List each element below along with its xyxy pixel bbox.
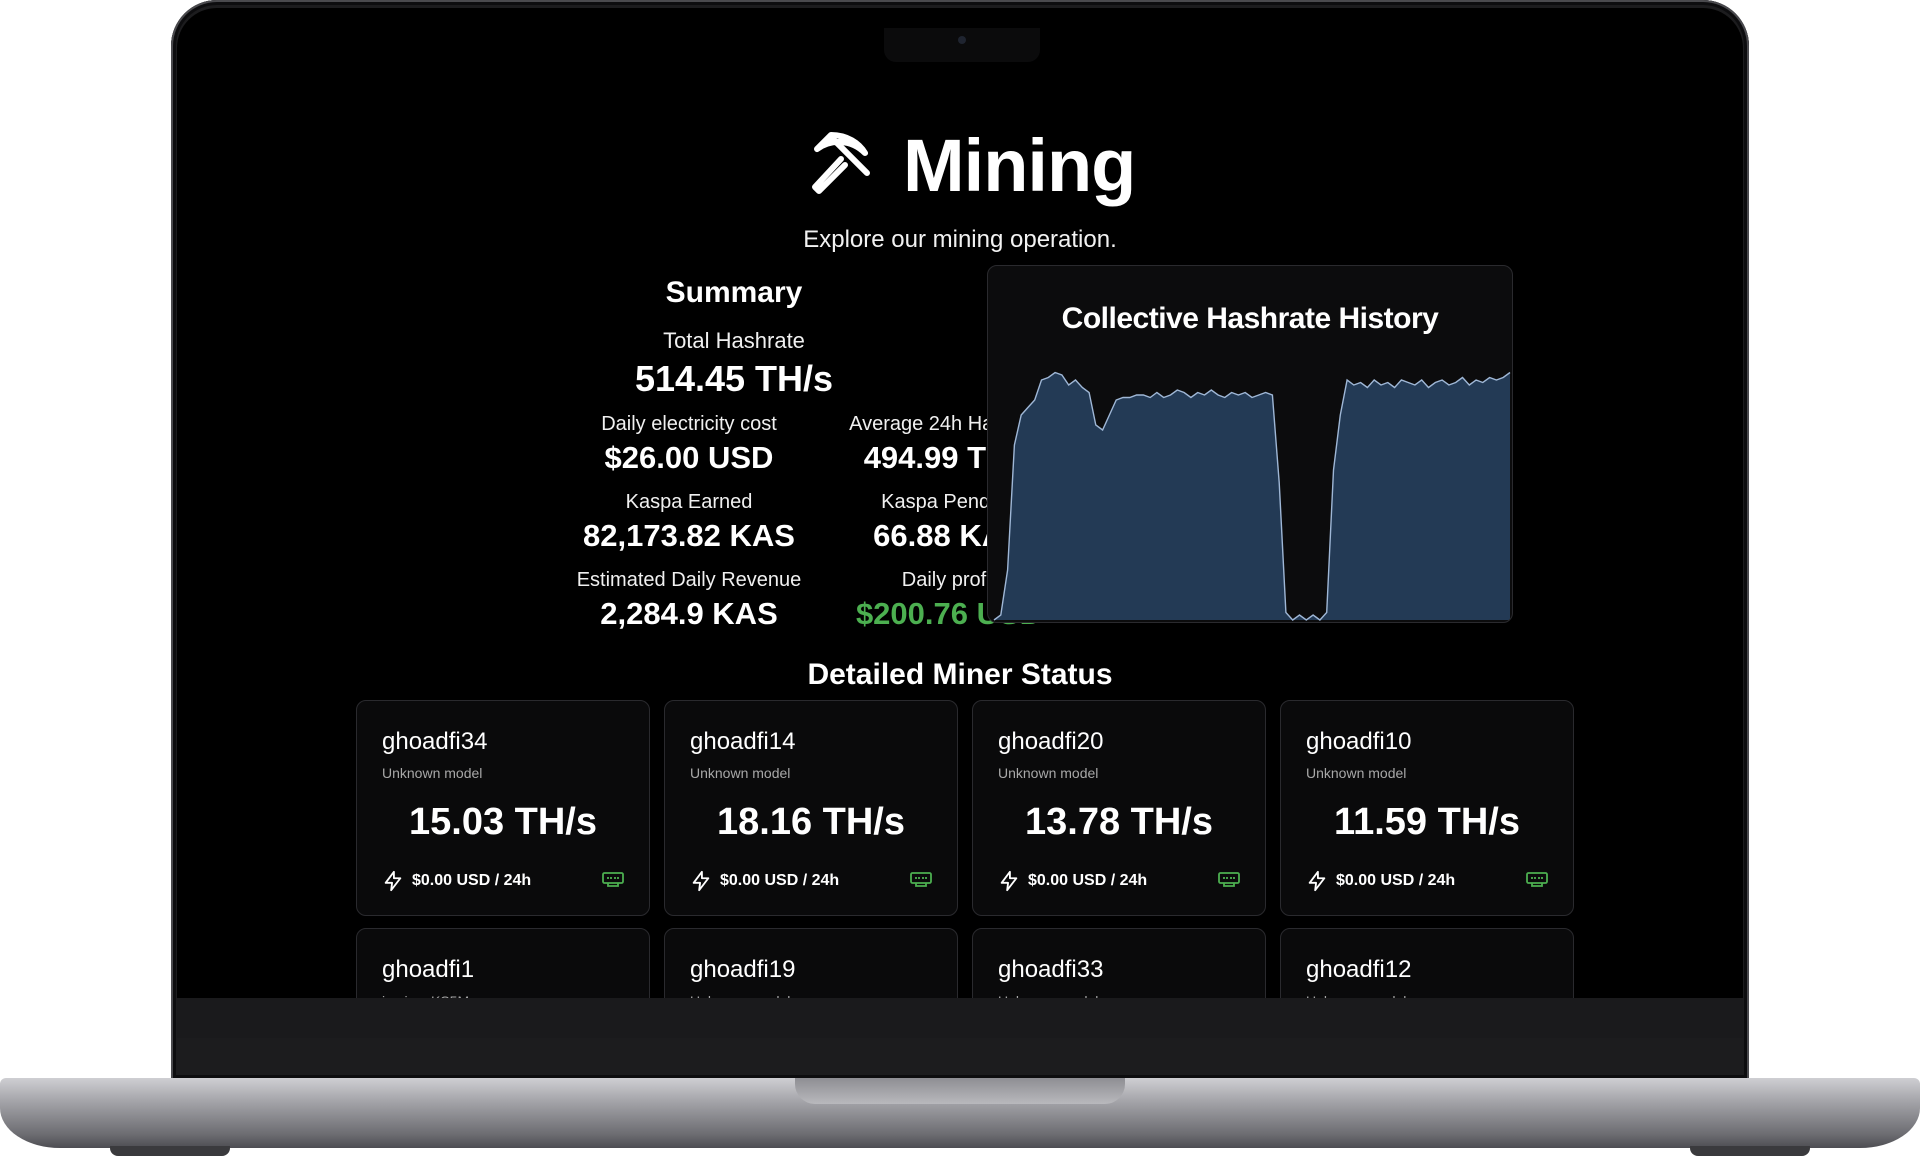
bolt-icon [690,870,712,892]
miner-cost: $0.00 USD / 24h [1306,870,1455,892]
kaspa-earned-label: Kaspa Earned [625,491,753,513]
laptop-screen: Mining Explore our mining operation. Sum… [177,8,1743,1038]
network-port-icon [1525,871,1549,894]
pickaxe-icon [807,129,875,202]
page-header: Mining [807,120,1136,210]
hashrate-chart-card: Collective Hashrate History [987,265,1513,623]
miner-name: ghoadfi12 [1306,956,1412,983]
miner-hashrate: 13.78 TH/s [1025,801,1213,843]
total-hashrate-label: Total Hashrate [663,328,805,353]
page-title: Mining [903,123,1136,207]
miner-hashrate: 11.59 TH/s [1334,801,1520,843]
miner-name: ghoadfi20 [998,728,1104,755]
miner-hashrate: 15.03 TH/s [409,801,597,843]
bolt-icon [1306,870,1328,892]
miner-name: ghoadfi34 [382,728,488,755]
page-subtitle: Explore our mining operation. [803,226,1117,253]
laptop-hinge-notch [795,1078,1125,1104]
miner-cost: $0.00 USD / 24h [998,870,1147,892]
network-port-icon [1217,871,1241,894]
miner-cost-value: $0.00 USD / 24h [1336,872,1456,889]
electricity-cost-label: Daily electricity cost [601,413,777,435]
miner-name: ghoadfi10 [1306,728,1412,755]
daily-revenue-value: 2,284.9 KAS [600,596,778,631]
miner-card[interactable]: ghoadfi20 Unknown model 13.78 TH/s $0.00 US… [972,700,1266,916]
kaspa-earned-stat: Kaspa Earned 82,173.82 KAS [569,491,809,554]
laptop-foot-left [110,1146,230,1156]
miner-model: Unknown model [382,765,483,781]
miner-cost-value: $0.00 USD / 24h [412,872,532,889]
summary-title: Summary [665,276,803,309]
miner-name: ghoadfi19 [690,956,796,983]
miner-name: ghoadfi14 [690,728,796,755]
miners-section-title: Detailed Miner Status [807,658,1113,691]
electricity-cost-value: $26.00 USD [604,440,774,475]
total-hashrate-stat: Total Hashrate 514.45 TH/s [584,328,884,400]
miner-model: Unknown model [998,765,1099,781]
laptop-foot-right [1690,1146,1810,1156]
miner-name: ghoadfi1 [382,956,475,983]
miner-cost: $0.00 USD / 24h [690,870,839,892]
camera-notch [884,28,1040,62]
total-hashrate-value: 514.45 TH/s [634,358,834,399]
miner-card[interactable]: ghoadfi14 Unknown model 18.16 TH/s $0.00 US… [664,700,958,916]
daily-revenue-stat: Estimated Daily Revenue 2,284.9 KAS [559,569,819,632]
network-port-icon [601,871,625,894]
miner-card[interactable]: ghoadfi34 Unknown model 15.03 TH/s $0.00 US… [356,700,650,916]
page-content: Mining Explore our mining operation. Sum… [177,8,1743,1038]
miner-grid: ghoadfi34 Unknown model 15.03 TH/s $0.00 US… [356,700,1576,1038]
network-port-icon [909,871,933,894]
miner-model: Unknown model [1306,765,1407,781]
miner-model: Unknown model [690,765,791,781]
chart-title: Collective Hashrate History [1061,302,1439,335]
miner-card[interactable]: ghoadfi10 Unknown model 11.59 TH/s $0.00 US… [1280,700,1574,916]
bolt-icon [998,870,1020,892]
miner-hashrate: 18.16 TH/s [717,801,905,843]
hashrate-series-area [994,372,1510,620]
miner-cost: $0.00 USD / 24h [382,870,531,892]
camera-icon [958,36,966,44]
miner-name: ghoadfi33 [998,956,1104,983]
miner-cost-value: $0.00 USD / 24h [1028,872,1148,889]
screen-bottom-bezel [177,998,1743,1038]
miner-cost-value: $0.00 USD / 24h [720,872,840,889]
daily-revenue-label: Estimated Daily Revenue [576,569,802,591]
electricity-cost-stat: Daily electricity cost $26.00 USD [569,413,809,476]
bolt-icon [382,870,404,892]
kaspa-earned-value: 82,173.82 KAS [583,518,795,553]
